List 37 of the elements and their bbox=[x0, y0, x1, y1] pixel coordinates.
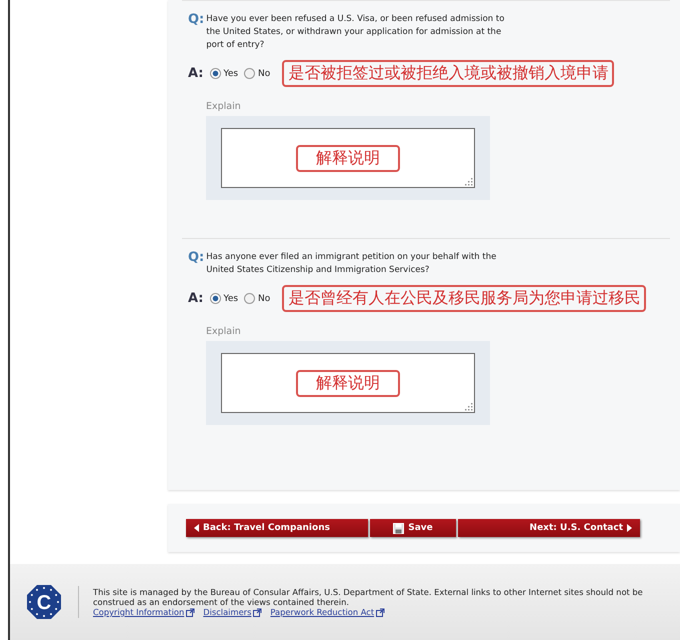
left-arrow-icon bbox=[194, 524, 199, 532]
question-marker: Q: bbox=[188, 13, 204, 27]
radio-button[interactable] bbox=[210, 68, 221, 79]
resize-grip-icon[interactable] bbox=[465, 178, 473, 186]
external-link-icon bbox=[253, 608, 262, 616]
annotation-note: 是否曾经有人在公民及移民服务局为您申请过移民 bbox=[282, 285, 646, 312]
explain-field[interactable]: 解释说明 bbox=[221, 353, 475, 413]
question-text: Have you ever been refused a U.S. Visa, or been refused admission to the United States, or withdrawn your application for admission at the port of entry? bbox=[206, 13, 506, 52]
radio-label[interactable]: Yes bbox=[224, 294, 238, 304]
field-label: Explain bbox=[206, 101, 242, 112]
back-button[interactable]: Back: Travel Companions bbox=[186, 519, 368, 537]
footer-text: This site is managed by the Bureau of Consular Affairs, U.S. Department of State. External links to other Internet sites should not be construed as an endorsement of the views contained therein. bbox=[93, 587, 644, 607]
radio-button[interactable] bbox=[210, 293, 221, 304]
explain-field[interactable]: 解释说明 bbox=[221, 128, 475, 188]
radio-label[interactable]: No bbox=[258, 294, 270, 304]
annotation-note: 是否被拒签过或被拒绝入境或被撤销入境申请 bbox=[282, 60, 614, 87]
seal-logo: C bbox=[26, 584, 62, 620]
answer-marker: A: bbox=[188, 66, 204, 80]
field-label: Explain bbox=[206, 326, 242, 337]
external-link-icon bbox=[186, 608, 196, 616]
right-arrow-icon bbox=[627, 524, 632, 532]
radio-label[interactable]: Yes bbox=[224, 68, 238, 78]
footer-link[interactable]: Copyright Information bbox=[93, 607, 196, 617]
radio-button[interactable] bbox=[244, 293, 256, 304]
external-link-icon bbox=[376, 608, 386, 616]
footer-link[interactable]: Paperwork Reduction Act bbox=[270, 607, 386, 617]
annotation-note: 解释说明 bbox=[296, 144, 400, 172]
next-button[interactable]: Next: U.S. Contact bbox=[458, 519, 640, 537]
footer-link[interactable]: Disclaimers bbox=[203, 607, 262, 617]
question-marker: Q: bbox=[188, 251, 204, 265]
annotation-note: 解释说明 bbox=[296, 370, 400, 396]
question-text: Has anyone ever filed an immigrant petition on your behalf with the United States Citizenship and Immigration Services? bbox=[206, 251, 498, 277]
radio-button[interactable] bbox=[244, 68, 256, 79]
radio-label[interactable]: No bbox=[258, 68, 270, 78]
answer-marker: A: bbox=[188, 292, 204, 306]
save-button[interactable]: Save bbox=[370, 519, 456, 537]
resize-grip-icon[interactable] bbox=[465, 403, 473, 411]
